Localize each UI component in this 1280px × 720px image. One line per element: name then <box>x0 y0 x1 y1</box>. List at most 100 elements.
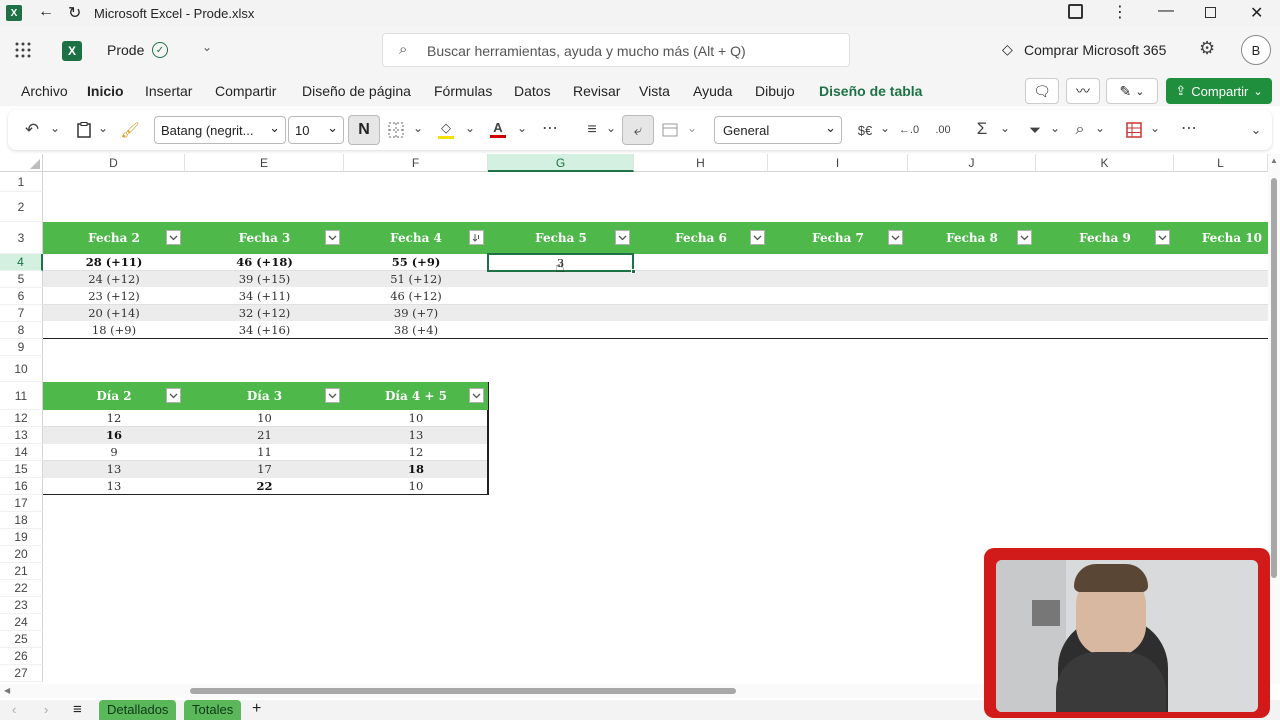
filter-dropdown-button[interactable] <box>325 230 340 245</box>
tab-insertar[interactable]: Insertar <box>145 83 192 99</box>
undo-dropdown-icon[interactable]: ⌄ <box>48 118 62 138</box>
font-name-select[interactable]: Batang (negrit... ⌄ <box>154 116 286 144</box>
vertical-scroll-thumb[interactable] <box>1271 178 1277 578</box>
table-cell[interactable]: 22 <box>185 479 344 493</box>
font-color-icon[interactable]: A <box>488 118 508 140</box>
row-header[interactable]: 26 <box>0 648 43 665</box>
table-cell[interactable]: 55 (+9) <box>344 255 488 269</box>
activity-button[interactable]: 〰 <box>1066 78 1100 104</box>
scroll-up-icon[interactable]: ▲ <box>1270 156 1278 165</box>
table-cell[interactable]: 51 (+12) <box>344 272 488 286</box>
borders-icon[interactable] <box>386 120 406 140</box>
align-dropdown-icon[interactable]: ⌄ <box>604 118 618 138</box>
sheet-tab-detallados[interactable]: Detallados <box>99 700 177 720</box>
filter-dropdown-button[interactable] <box>166 230 181 245</box>
table-cell[interactable]: 13 <box>344 428 488 442</box>
tab-archivo[interactable]: Archivo <box>21 83 68 99</box>
table-cell[interactable]: 12 <box>344 445 488 459</box>
row-header[interactable]: 27 <box>0 665 43 682</box>
filter-dropdown-button[interactable] <box>615 230 630 245</box>
filter-dropdown-button[interactable] <box>469 388 484 403</box>
table-header-fecha-2[interactable]: Fecha 2 <box>43 222 185 254</box>
autosum-icon[interactable]: Σ <box>972 118 992 140</box>
table-cell[interactable]: 9 <box>43 445 185 459</box>
collapse-ribbon-icon[interactable]: ⌄ <box>1246 120 1266 140</box>
table-cell[interactable]: 39 (+7) <box>344 306 488 320</box>
more-font-options-icon[interactable]: ⋯ <box>540 118 560 138</box>
bold-button[interactable]: N <box>348 115 380 145</box>
scroll-left-icon[interactable]: ◀ <box>4 686 10 695</box>
row-header[interactable]: 13 <box>0 427 43 444</box>
tab-diseno-tabla[interactable]: Diseño de tabla <box>819 83 922 99</box>
avatar[interactable]: B <box>1241 35 1271 65</box>
column-header-e[interactable]: E <box>185 154 344 172</box>
filter-dropdown-button[interactable] <box>166 388 181 403</box>
table-style-dropdown-icon[interactable]: ⌄ <box>1148 118 1162 138</box>
column-header-d[interactable]: D <box>43 154 185 172</box>
fill-handle[interactable] <box>631 269 636 274</box>
table-header-fecha-5[interactable]: Fecha 5 <box>488 222 634 254</box>
tab-inicio[interactable]: Inicio <box>87 83 124 99</box>
row-header[interactable]: 9 <box>0 339 43 356</box>
tab-vista[interactable]: Vista <box>639 83 670 99</box>
table-cell[interactable]: 34 (+11) <box>185 289 344 303</box>
autosum-dropdown-icon[interactable]: ⌄ <box>998 118 1012 138</box>
excel-app-icon[interactable]: X <box>62 41 82 61</box>
buy-microsoft-365-link[interactable]: Comprar Microsoft 365 <box>1024 42 1166 58</box>
table-header-dia-3[interactable]: Día 3 <box>185 382 344 410</box>
paste-dropdown-icon[interactable]: ⌄ <box>96 118 110 138</box>
table-header-fecha-4[interactable]: Fecha 4 <box>344 222 488 254</box>
find-icon[interactable]: ⌕ <box>1070 119 1090 141</box>
table-header-fecha-7[interactable]: Fecha 7 <box>768 222 908 254</box>
table-cell[interactable]: 20 (+14) <box>43 306 185 320</box>
column-header-f[interactable]: F <box>344 154 488 172</box>
decrease-decimal-icon[interactable]: ←.0 <box>898 120 920 140</box>
sort-descending-button[interactable] <box>469 230 484 245</box>
row-header[interactable]: 5 <box>0 271 43 288</box>
row-header[interactable]: 24 <box>0 614 43 631</box>
row-header[interactable]: 16 <box>0 478 43 495</box>
row-header[interactable]: 25 <box>0 631 43 648</box>
tab-datos[interactable]: Datos <box>514 83 551 99</box>
fill-color-icon[interactable]: ◇ <box>436 118 456 140</box>
search-box[interactable]: ⌕ Buscar herramientas, ayuda y mucho más… <box>382 33 850 67</box>
close-button[interactable]: ✕ <box>1250 3 1263 23</box>
table-cell[interactable]: 23 (+12) <box>43 289 185 303</box>
row-header[interactable]: 2 <box>0 192 43 222</box>
table-header-fecha-9[interactable]: Fecha 9 <box>1036 222 1174 254</box>
find-dropdown-icon[interactable]: ⌄ <box>1093 118 1107 138</box>
column-header-i[interactable]: I <box>768 154 908 172</box>
filter-dropdown-button[interactable] <box>888 230 903 245</box>
table-cell[interactable]: 16 <box>43 428 185 442</box>
share-button[interactable]: ⇪ Compartir ⌄ <box>1166 78 1272 104</box>
table-header-fecha-6[interactable]: Fecha 6 <box>634 222 768 254</box>
column-header-g[interactable]: G <box>488 154 634 172</box>
table-cell[interactable]: 18 <box>344 462 488 476</box>
table-cell[interactable]: 46 (+18) <box>185 255 344 269</box>
paste-icon[interactable] <box>74 120 94 140</box>
more-icon[interactable]: ⋮ <box>1112 2 1128 22</box>
table-cell[interactable]: 10 <box>344 479 488 493</box>
editing-mode-button[interactable]: ✎ ⌄ <box>1106 78 1158 104</box>
merge-icon[interactable] <box>660 120 680 140</box>
table-cell[interactable]: 39 (+15) <box>185 272 344 286</box>
tab-dibujo[interactable]: Dibujo <box>755 83 795 99</box>
prev-sheet-icon[interactable]: ‹ <box>12 702 16 717</box>
tab-diseno-pagina[interactable]: Diseño de página <box>302 83 411 99</box>
font-color-dropdown-icon[interactable]: ⌄ <box>515 118 529 138</box>
add-sheet-icon[interactable]: + <box>252 700 261 718</box>
borders-dropdown-icon[interactable]: ⌄ <box>411 118 425 138</box>
column-header-k[interactable]: K <box>1036 154 1174 172</box>
fill-color-dropdown-icon[interactable]: ⌄ <box>463 118 477 138</box>
table-style-icon[interactable] <box>1124 120 1144 140</box>
row-header[interactable]: 8 <box>0 322 43 339</box>
table-cell[interactable]: 10 <box>344 411 488 425</box>
table-cell[interactable]: 11 <box>185 445 344 459</box>
font-size-select[interactable]: 10 ⌄ <box>288 116 344 144</box>
row-header[interactable]: 15 <box>0 461 43 478</box>
filter-dropdown-button[interactable] <box>1155 230 1170 245</box>
filter-dropdown-button[interactable] <box>750 230 765 245</box>
next-sheet-icon[interactable]: › <box>44 702 48 717</box>
table-cell[interactable]: 24 (+12) <box>43 272 185 286</box>
tab-ayuda[interactable]: Ayuda <box>693 83 732 99</box>
